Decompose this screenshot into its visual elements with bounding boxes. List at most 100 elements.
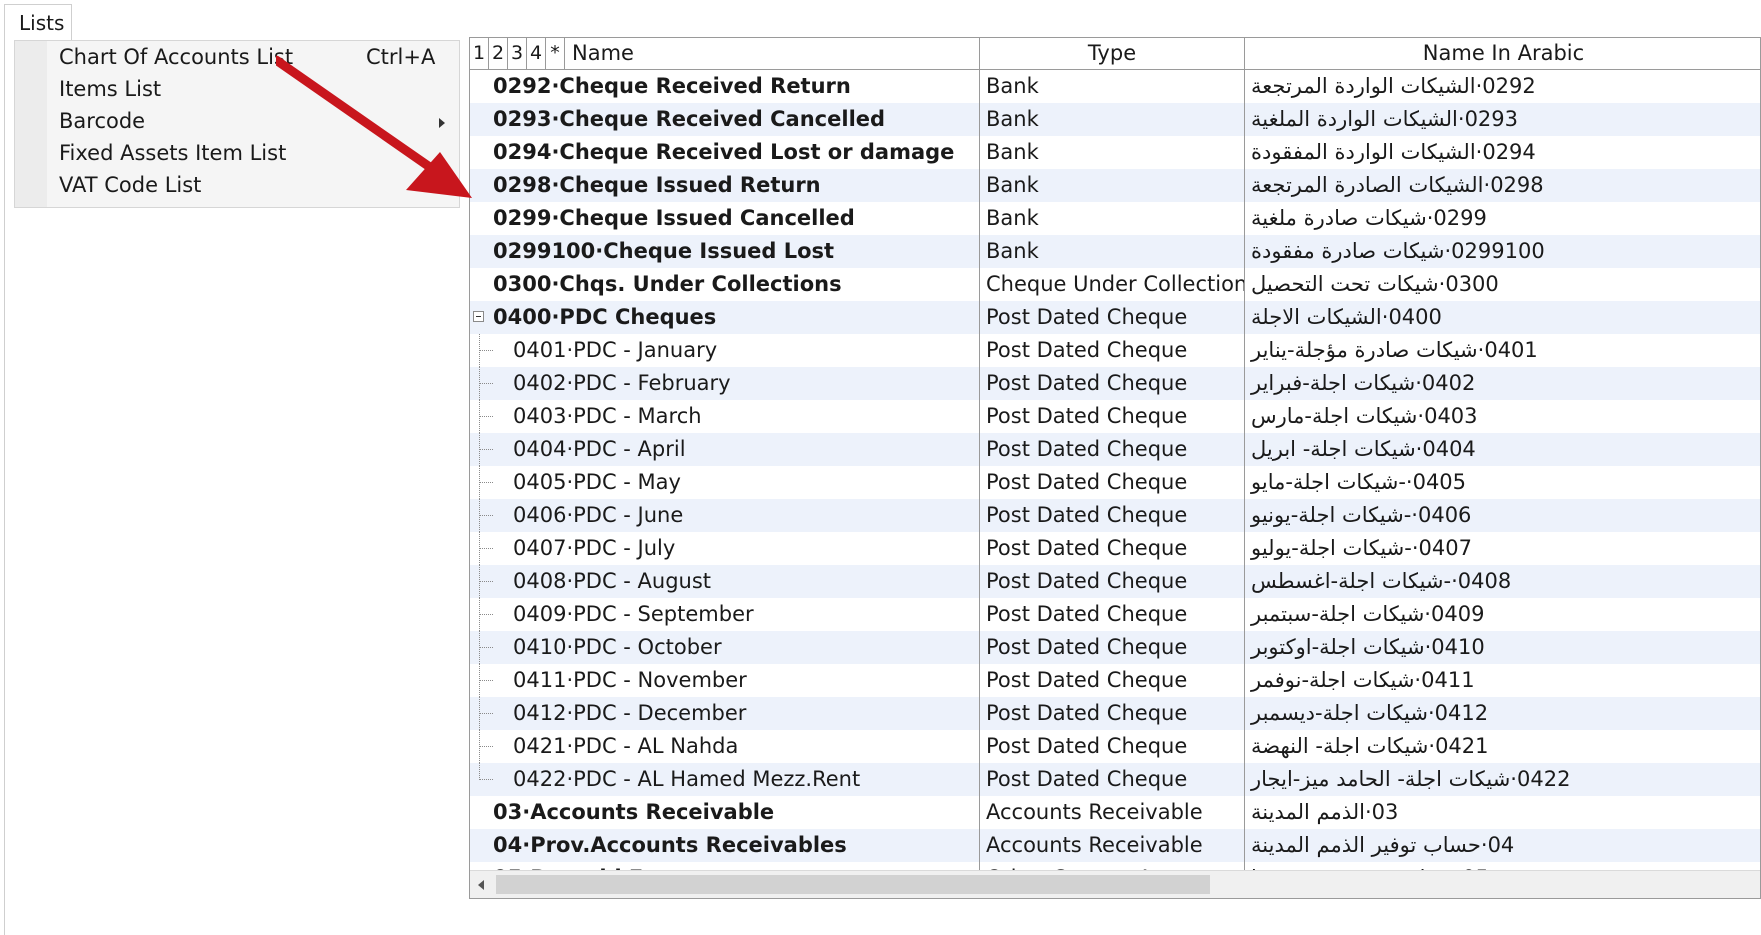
tree-branch (479, 680, 493, 681)
account-type: Bank (980, 169, 1245, 202)
table-row[interactable]: 0400·PDC Cheques Post Dated Cheque 0400·ال… (470, 301, 1760, 334)
tree-branch (479, 581, 493, 582)
table-row[interactable]: 0422·PDC - AL Hamed Mezz.Rent Post Dated … (470, 763, 1760, 796)
table-row[interactable]: 0409·PDC - September Post Dated Cheque 040… (470, 598, 1760, 631)
table-row[interactable]: 0299·Cheque Issued Cancelled Bank 0299·شيك… (470, 202, 1760, 235)
account-name: 0411·PDC - November (513, 668, 747, 692)
cell-name: 0299·Cheque Issued Cancelled (470, 202, 980, 235)
account-name: 0410·PDC - October (513, 635, 722, 659)
table-row[interactable]: 0300·Chqs. Under Collections Cheque Under… (470, 268, 1760, 301)
account-name-arabic: 05·مصاريف مدفوعة مقدما (1245, 862, 1760, 870)
tree-branch (479, 383, 493, 384)
table-row[interactable]: 0412·PDC - December Post Dated Cheque 0412… (470, 697, 1760, 730)
account-name-arabic: 0407·-شيكات اجلة-يوليو (1251, 536, 1472, 560)
account-type: Post Dated Cheque (980, 697, 1245, 730)
table-row[interactable]: 0402·PDC - February Post Dated Cheque 0402… (470, 367, 1760, 400)
level-3-button[interactable]: 3 (508, 38, 527, 69)
account-type: Post Dated Cheque (980, 763, 1245, 796)
level-all-button[interactable]: * (546, 38, 565, 69)
level-4-button[interactable]: 4 (527, 38, 546, 69)
cell-name: 0293·Cheque Received Cancelled (470, 103, 980, 136)
menu-icon-gutter (15, 41, 47, 207)
cell-name: 0411·PDC - November (470, 664, 980, 697)
table-row[interactable]: 0408·PDC - August Post Dated Cheque 0408·-… (470, 565, 1760, 598)
table-row[interactable]: 04·Prov.Accounts Receivables Accounts Rec… (470, 829, 1760, 862)
account-name: 0299·Cheque Issued Cancelled (493, 206, 855, 230)
table-row[interactable]: 0403·PDC - March Post Dated Cheque 0403·شي… (470, 400, 1760, 433)
account-name-arabic: 0404·شيكات اجلة- ابريل (1251, 437, 1476, 461)
table-row[interactable]: 0294·Cheque Received Lost or damage Bank 0… (470, 136, 1760, 169)
account-name: 0293·Cheque Received Cancelled (493, 107, 886, 131)
account-name-arabic: 0406·-شيكات اجلة-يونيو (1251, 503, 1472, 527)
scrollbar-thumb[interactable] (496, 875, 1210, 894)
account-name-arabic: 04·حساب توفير الذمم المدينة (1251, 833, 1515, 857)
account-type: Post Dated Cheque (980, 301, 1245, 334)
account-type: Bank (980, 235, 1245, 268)
account-type: Post Dated Cheque (980, 499, 1245, 532)
tree-branch (479, 746, 493, 747)
account-name-arabic: 03·الذمم المدينة (1251, 800, 1399, 824)
level-2-button[interactable]: 2 (489, 38, 508, 69)
account-name: 0402·PDC - February (513, 371, 731, 395)
table-row[interactable]: 0293·Cheque Received Cancelled Bank 0293·ا… (470, 103, 1760, 136)
chart-of-accounts-grid: 1 2 3 4 * Name Type Name In Arabic 0292·… (469, 37, 1761, 899)
lists-menu-label: Lists (19, 11, 65, 35)
table-row[interactable]: 0407·PDC - July Post Dated Cheque 0407·-شي… (470, 532, 1760, 565)
table-row[interactable]: 0406·PDC - June Post Dated Cheque 0406·-شي… (470, 499, 1760, 532)
account-type: Other Current Asset (980, 862, 1245, 870)
account-name-arabic: 0400·الشيكات الاجلة (1251, 305, 1442, 329)
table-row[interactable]: 0411·PDC - November Post Dated Cheque 0411… (470, 664, 1760, 697)
scroll-left-arrow-icon[interactable] (478, 880, 484, 890)
menu-item-label: Items List (59, 77, 162, 101)
lists-menu-tab[interactable]: Lists (4, 4, 72, 40)
account-name: 0400·PDC Cheques (493, 305, 717, 329)
cell-name: 0409·PDC - September (470, 598, 980, 631)
account-type: Post Dated Cheque (980, 433, 1245, 466)
table-row[interactable]: 0401·PDC - January Post Dated Cheque 0401·… (470, 334, 1760, 367)
tree-branch (479, 779, 493, 780)
table-row[interactable]: 0292·Cheque Received Return Bank 0292·الشي… (470, 70, 1760, 103)
account-name: 0406·PDC - June (513, 503, 684, 527)
cell-name: 05·Prepaid Expense (470, 862, 980, 870)
cell-name: 0292·Cheque Received Return (470, 70, 980, 103)
tree-branch (479, 647, 493, 648)
menu-item-label: Chart Of Accounts List (59, 45, 294, 69)
column-header-type[interactable]: Type (980, 38, 1245, 69)
red-pointer-arrow (276, 55, 472, 198)
account-name-arabic: 0421·شيكات اجلة- النهضة (1251, 734, 1489, 758)
column-header-name-in-arabic[interactable]: Name In Arabic (1245, 38, 1760, 69)
cell-name: 0421·PDC - AL Nahda (470, 730, 980, 763)
account-name: 0294·Cheque Received Lost or damage (493, 140, 955, 164)
account-type: Post Dated Cheque (980, 532, 1245, 565)
table-row[interactable]: 0421·PDC - AL Nahda Post Dated Cheque 0421… (470, 730, 1760, 763)
table-row[interactable]: 0299100·Cheque Issued Lost Bank 0299100·شي… (470, 235, 1760, 268)
account-name: 03·Accounts Receivable (493, 800, 775, 824)
grid-header: 1 2 3 4 * Name Type Name In Arabic (470, 38, 1760, 70)
column-header-name[interactable]: Name (568, 38, 980, 69)
cell-name: 0401·PDC - January (470, 334, 980, 367)
account-type: Bank (980, 202, 1245, 235)
cell-name: 0294·Cheque Received Lost or damage (470, 136, 980, 169)
tree-branch (479, 713, 493, 714)
horizontal-scrollbar[interactable] (470, 870, 1760, 898)
table-row[interactable]: 0298·Cheque Issued Return Bank 0298·الشيكا… (470, 169, 1760, 202)
account-type: Bank (980, 136, 1245, 169)
cell-name: 0407·PDC - July (470, 532, 980, 565)
account-type: Accounts Receivable (980, 796, 1245, 829)
collapse-toggle-icon[interactable] (473, 311, 484, 322)
table-row[interactable]: 0404·PDC - April Post Dated Cheque 0404·شي… (470, 433, 1760, 466)
account-name: 0298·Cheque Issued Return (493, 173, 821, 197)
table-row[interactable]: 05·Prepaid Expense Other Current Asset05·… (470, 862, 1760, 870)
cell-name: 0422·PDC - AL Hamed Mezz.Rent (470, 763, 980, 796)
tree-branch (479, 482, 493, 483)
cell-name: 0400·PDC Cheques (470, 301, 980, 334)
tree-branch (479, 350, 493, 351)
account-name-arabic: 0300·شيكات تحت التحصيل (1251, 272, 1499, 296)
account-type: Post Dated Cheque (980, 565, 1245, 598)
table-row[interactable]: 0405·PDC - May Post Dated Cheque 0405·-شيك… (470, 466, 1760, 499)
tree-line (479, 763, 480, 780)
table-row[interactable]: 0410·PDC - October Post Dated Cheque 0410·… (470, 631, 1760, 664)
account-name-arabic: 0410·شيكات اجلة-اوكتوبر (1251, 635, 1485, 659)
table-row[interactable]: 03·Accounts Receivable Accounts Receivabl… (470, 796, 1760, 829)
account-name: 0408·PDC - August (513, 569, 712, 593)
